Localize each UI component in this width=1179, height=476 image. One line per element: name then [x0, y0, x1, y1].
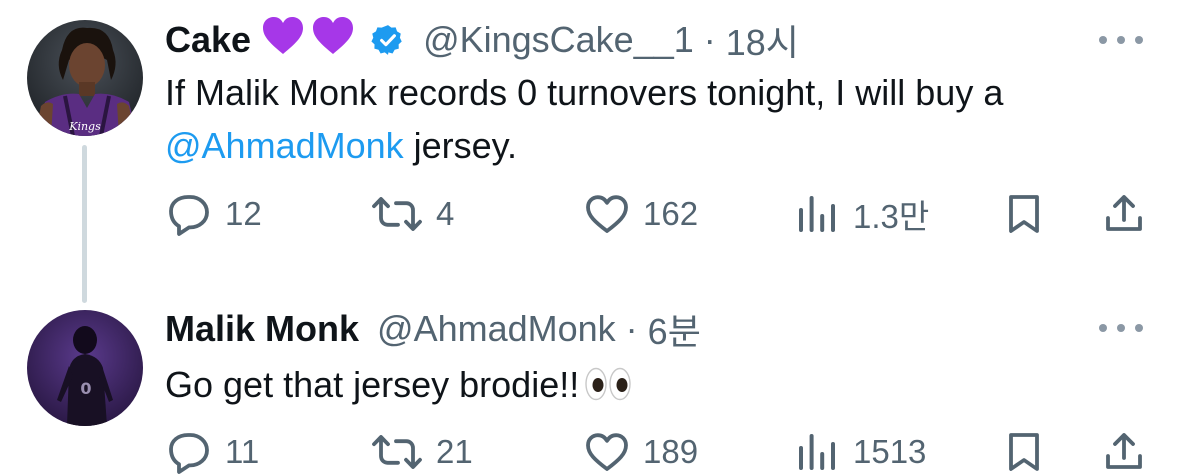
reply-button[interactable]: 11 — [165, 428, 259, 476]
share-icon — [1100, 428, 1148, 476]
author-name[interactable]: Malik Monk — [165, 308, 359, 350]
time-separator: · — [625, 308, 638, 349]
tweet-text-body: If Malik Monk records 0 turnovers tonigh… — [165, 72, 1004, 113]
reply-button[interactable]: 12 — [165, 190, 262, 238]
author-name[interactable]: Cake — [165, 19, 251, 61]
share-button[interactable] — [1100, 190, 1148, 238]
views-chart-icon — [793, 428, 841, 476]
reply-count: 11 — [225, 433, 260, 470]
retweet-icon — [370, 190, 424, 238]
share-button[interactable] — [1100, 428, 1148, 476]
views-count: 1.3만 — [853, 198, 930, 235]
retweet-icon — [370, 428, 424, 476]
retweet-button[interactable]: 4 — [370, 190, 454, 238]
bookmark-button[interactable] — [1000, 428, 1048, 476]
tweet-2-text: Go get that jersey brodie!! — [165, 358, 1139, 411]
like-count: 189 — [643, 433, 699, 470]
avatar-cake[interactable]: Kings — [27, 20, 143, 136]
tweet-2-header: Malik Monk @AhmadMonk · 6분 — [165, 306, 1119, 352]
tweet-1-text: If Malik Monk records 0 turnovers tonigh… — [165, 66, 1139, 172]
retweet-count: 21 — [436, 433, 473, 470]
like-count: 162 — [643, 195, 699, 232]
more-options-icon[interactable] — [1099, 322, 1143, 334]
share-icon — [1100, 190, 1148, 238]
eyes-emoji-icon — [585, 367, 631, 401]
tweet-1[interactable]: Kings Cake @KingsCake__1 · 18시 If Malik … — [0, 0, 1179, 303]
heart-icon — [583, 428, 631, 476]
views-chart-icon — [793, 190, 841, 238]
author-badges — [261, 16, 355, 65]
heart-icon — [583, 190, 631, 238]
tweet-1-actions: 12 4 162 1.3만 — [0, 190, 1179, 238]
tweet-timestamp[interactable]: 6분 — [648, 303, 701, 355]
tweet-2-actions: 11 21 189 1513 — [0, 428, 1179, 476]
like-button[interactable]: 162 — [583, 190, 698, 238]
views-button[interactable]: 1513 — [793, 428, 926, 476]
author-handle[interactable]: @AhmadMonk — [377, 308, 616, 350]
retweet-button[interactable]: 21 — [370, 428, 473, 476]
avatar-malik-monk[interactable]: 0 — [27, 310, 143, 426]
bookmark-button[interactable] — [1000, 190, 1048, 238]
more-options-icon[interactable] — [1099, 34, 1143, 46]
tweet-1-header: Cake @KingsCake__1 · 18시 — [165, 14, 1119, 66]
like-button[interactable]: 189 — [583, 428, 698, 476]
reply-icon — [165, 428, 213, 476]
tweet-2[interactable]: 0 Malik Monk @AhmadMonk · 6분 Go get that… — [0, 300, 1179, 476]
svg-text:Kings: Kings — [68, 120, 101, 133]
tweet-text-body: Go get that jersey brodie!! — [165, 364, 580, 405]
time-separator: · — [703, 19, 716, 60]
bookmark-icon — [1000, 428, 1048, 476]
tweet-timestamp[interactable]: 18시 — [726, 14, 799, 66]
reply-icon — [165, 190, 213, 238]
verified-badge-icon[interactable] — [371, 23, 405, 57]
author-handle[interactable]: @KingsCake__1 — [423, 19, 694, 61]
purple-heart-icon — [311, 16, 355, 65]
tweet-text-tail: jersey. — [403, 125, 518, 166]
purple-heart-icon — [261, 16, 305, 65]
retweet-count: 4 — [436, 195, 455, 232]
svg-text:0: 0 — [80, 379, 91, 398]
mention-link[interactable]: @AhmadMonk — [165, 125, 404, 166]
bookmark-icon — [1000, 190, 1048, 238]
views-button[interactable]: 1.3만 — [793, 190, 929, 238]
views-count: 1513 — [853, 433, 927, 470]
reply-count: 12 — [225, 195, 262, 232]
